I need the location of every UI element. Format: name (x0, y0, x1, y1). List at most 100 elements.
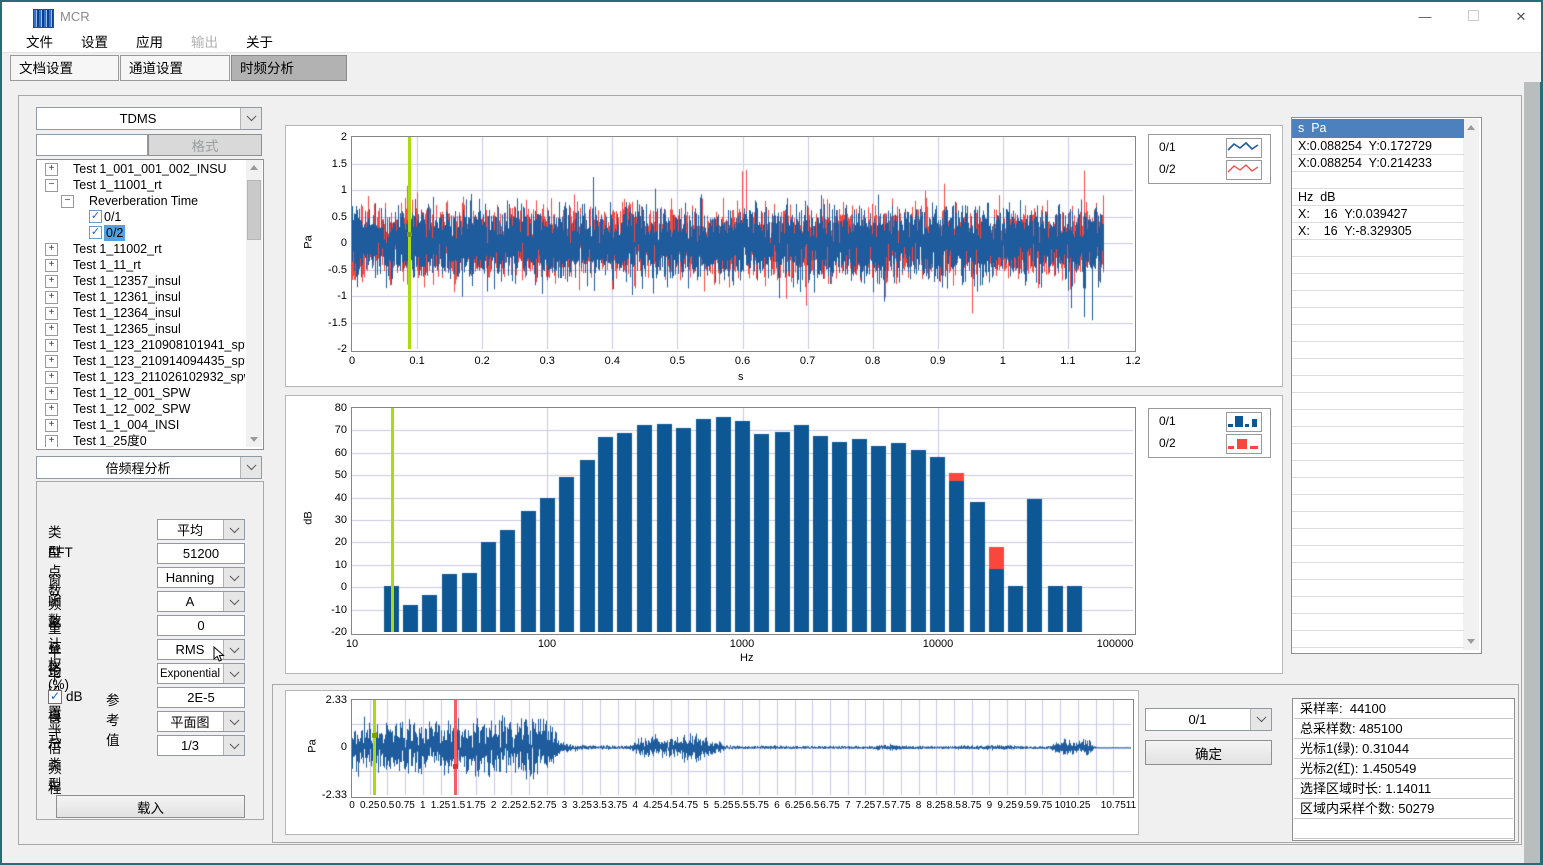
expand-plus-icon[interactable]: + (45, 243, 58, 256)
list-row[interactable] (1292, 478, 1464, 495)
chevron-down-icon[interactable] (240, 457, 261, 478)
list-row[interactable] (1292, 614, 1464, 631)
expand-plus-icon[interactable]: + (45, 435, 58, 447)
tree-item-label[interactable]: Test 1_11_rt (73, 257, 141, 273)
tree-scrollbar-thumb[interactable] (247, 180, 261, 240)
tree-item[interactable]: −Test 1_11001_rt (37, 177, 245, 193)
tree-item[interactable]: + Test 1_12361_insul (37, 289, 245, 305)
bar-series-icon[interactable] (1226, 434, 1262, 454)
spectrum-plot[interactable] (351, 407, 1136, 635)
list-row[interactable] (1292, 325, 1464, 342)
expand-plus-icon[interactable]: + (45, 307, 58, 320)
tree-item-label[interactable]: Test 1_25度0 (73, 433, 147, 447)
expand-plus-icon[interactable]: + (45, 387, 58, 400)
time-waveform-canvas[interactable] (352, 137, 1133, 349)
list-row[interactable] (1292, 172, 1464, 189)
load-button[interactable]: 载入 (56, 795, 245, 818)
db-checkbox[interactable]: ✓ (48, 690, 62, 704)
reference-value-input[interactable]: 2E-5 (157, 687, 245, 708)
expand-plus-icon[interactable]: + (45, 323, 58, 336)
tree-item[interactable]: +Test 1_12_001_SPW (37, 385, 245, 401)
chevron-down-icon[interactable] (223, 568, 244, 587)
tree-item[interactable]: +Test 1_123_210908101941_spw (37, 337, 245, 353)
list-row[interactable] (1292, 444, 1464, 461)
tree-item-label[interactable]: Test 1_12364_insul (73, 305, 181, 321)
list-row[interactable] (1292, 495, 1464, 512)
file-format-combo[interactable]: TDMS (36, 107, 262, 130)
format-button[interactable]: 格式 (148, 134, 262, 156)
list-row[interactable] (1292, 563, 1464, 580)
confirm-button[interactable]: 确定 (1145, 740, 1272, 765)
green-cursor-spectrum[interactable] (391, 408, 394, 632)
menu-item-应用[interactable]: 应用 (122, 31, 177, 51)
list-scrollbar[interactable] (1463, 119, 1479, 650)
chevron-down-icon[interactable] (240, 108, 261, 129)
menu-item-设置[interactable]: 设置 (67, 31, 122, 51)
scroll-down-icon[interactable] (1467, 639, 1475, 644)
list-row[interactable] (1292, 359, 1464, 376)
channel-select-combo[interactable]: 0/1 (1145, 708, 1272, 731)
list-row[interactable] (1292, 410, 1464, 427)
list-row[interactable] (1292, 308, 1464, 325)
list-header-row[interactable]: s Pa (1292, 119, 1464, 138)
平均模式-combo[interactable]: Exponential (157, 663, 245, 684)
重叠率(%)-input[interactable]: 0 (157, 615, 245, 636)
checkbox-icon[interactable]: ✓ (89, 210, 102, 223)
list-row[interactable] (1292, 257, 1464, 274)
tree-item[interactable]: +Test 1_001_001_002_INSU (37, 161, 245, 177)
list-row[interactable] (1292, 240, 1464, 257)
time-waveform-plot[interactable] (351, 136, 1136, 352)
tree-item[interactable]: ✓0/1 (37, 209, 245, 225)
list-row[interactable]: X: 16 Y:-8.329305 (1292, 223, 1464, 240)
list-row[interactable]: X:0.088254 Y:0.172729 (1292, 138, 1464, 155)
expand-plus-icon[interactable]: + (45, 371, 58, 384)
tree-item-label[interactable]: Test 1_12357_insul (73, 273, 181, 289)
list-row[interactable] (1292, 291, 1464, 308)
tree-item-label[interactable]: Test 1_12361_insul (73, 289, 181, 305)
tree-item[interactable]: +Test 1_12_002_SPW (37, 401, 245, 417)
menu-item-关于[interactable]: 关于 (232, 31, 287, 51)
menu-item-文件[interactable]: 文件 (12, 31, 67, 51)
tree-item-label[interactable]: Test 1_123_210908101941_spw (73, 337, 245, 353)
平均设置-combo[interactable]: RMS (157, 639, 245, 660)
tree-item-label[interactable]: Test 1_11002_rt (73, 241, 162, 257)
expand-plus-icon[interactable]: + (45, 291, 58, 304)
scroll-up-icon[interactable] (250, 165, 258, 170)
list-row[interactable]: X: 16 Y:0.039427 (1292, 206, 1464, 223)
expand-plus-icon[interactable]: + (45, 403, 58, 416)
chevron-down-icon[interactable] (1250, 709, 1271, 730)
filter-input[interactable] (36, 134, 148, 156)
spectrum-canvas[interactable] (352, 408, 1133, 632)
tree-item-label[interactable]: Test 1_12365_insul (73, 321, 181, 337)
list-row[interactable] (1292, 393, 1464, 410)
list-row[interactable] (1292, 546, 1464, 563)
list-row[interactable]: X:0.088254 Y:0.214233 (1292, 155, 1464, 172)
tab-时频分析[interactable]: 时频分析 (231, 55, 347, 81)
tree-item-label[interactable]: Test 1_001_001_002_INSU (73, 161, 227, 177)
list-row[interactable] (1292, 342, 1464, 359)
chevron-down-icon[interactable] (223, 712, 244, 731)
expand-plus-icon[interactable]: + (45, 259, 58, 272)
chevron-down-icon[interactable] (223, 736, 244, 755)
tree-item[interactable]: + Test 1_12365_insul (37, 321, 245, 337)
list-row[interactable] (1292, 529, 1464, 546)
tree-item[interactable]: +Test 1_12357_insul (37, 273, 245, 289)
显示类型-combo[interactable]: 平面图 (157, 711, 245, 732)
list-row[interactable] (1292, 597, 1464, 614)
collapse-minus-icon[interactable]: − (61, 195, 74, 208)
窗函数-combo[interactable]: Hanning (157, 567, 245, 588)
list-row[interactable] (1292, 427, 1464, 444)
tree-item[interactable]: + Test 1_25度0 (37, 433, 245, 447)
line-series-icon[interactable] (1226, 138, 1262, 158)
频率计权-combo[interactable]: A (157, 591, 245, 612)
scroll-down-icon[interactable] (250, 437, 258, 442)
tree-item[interactable]: +Test 1_123_210914094435_spw (37, 353, 245, 369)
倍频程-combo[interactable]: 1/3 (157, 735, 245, 756)
scroll-up-icon[interactable] (1467, 125, 1475, 130)
tree-item-label[interactable]: Test 1_123_210914094435_spw (73, 353, 245, 369)
tree-item-label[interactable]: Test 1_1_004_INSI (73, 417, 179, 433)
checkbox-icon[interactable]: ✓ (89, 226, 102, 239)
tree-item[interactable]: +Test 1_123_211026102932_spw (37, 369, 245, 385)
tree-item[interactable]: −Reverberation Time (37, 193, 245, 209)
close-button[interactable]: ✕ (1506, 8, 1536, 26)
